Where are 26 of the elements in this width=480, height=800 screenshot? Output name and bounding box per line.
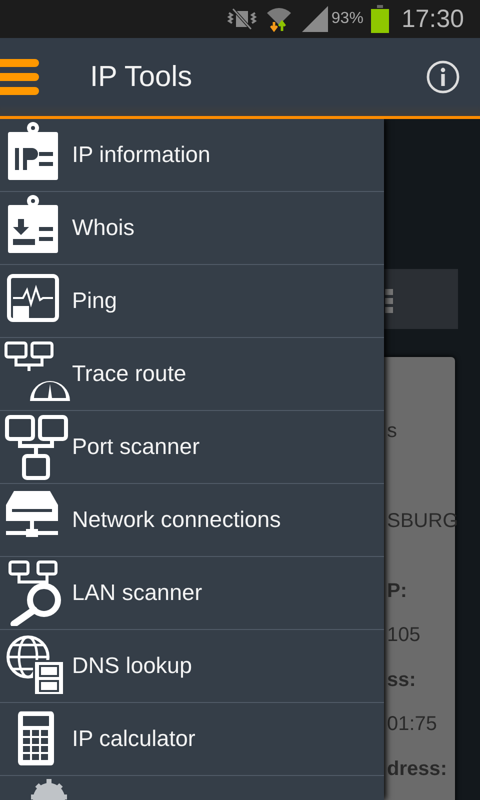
- menu-button[interactable]: [0, 57, 40, 97]
- network-computers-icon: [4, 414, 70, 480]
- drawer-menu-item[interactable]: Trace route: [0, 338, 384, 410]
- info-button[interactable]: [426, 60, 460, 94]
- app-title: IP Tools: [90, 60, 194, 94]
- clock-time: 17:30: [401, 4, 464, 34]
- vibrate-mute-icon: [227, 7, 258, 31]
- drawer-menu-item[interactable]: IP calculator: [0, 703, 384, 775]
- card-text: s: [387, 419, 398, 443]
- info-icon: [426, 60, 460, 94]
- drawer-menu-item[interactable]: Network connections: [0, 484, 384, 556]
- card-text: 105: [387, 623, 422, 647]
- drawer-menu-item[interactable]: Port scanner: [0, 411, 384, 483]
- drawer-menu-item[interactable]: IP information: [0, 119, 384, 191]
- battery-icon: [371, 5, 390, 33]
- card-text: ss:: [387, 668, 417, 692]
- drawer-menu-item[interactable]: Ping: [0, 265, 384, 337]
- drawer-menu-item[interactable]: DNS lookup: [0, 630, 384, 702]
- card-text: 01:75: [387, 712, 438, 736]
- card-text: dress:: [387, 757, 448, 781]
- signal-icon: [301, 5, 330, 33]
- card-text: P:: [387, 579, 408, 603]
- drawer-menu-item[interactable]: LAN scanner: [0, 557, 384, 629]
- wifi-icon: [265, 5, 294, 33]
- drawer-menu-item[interactable]: Whois: [0, 192, 384, 264]
- battery-percent: 93%: [331, 10, 364, 28]
